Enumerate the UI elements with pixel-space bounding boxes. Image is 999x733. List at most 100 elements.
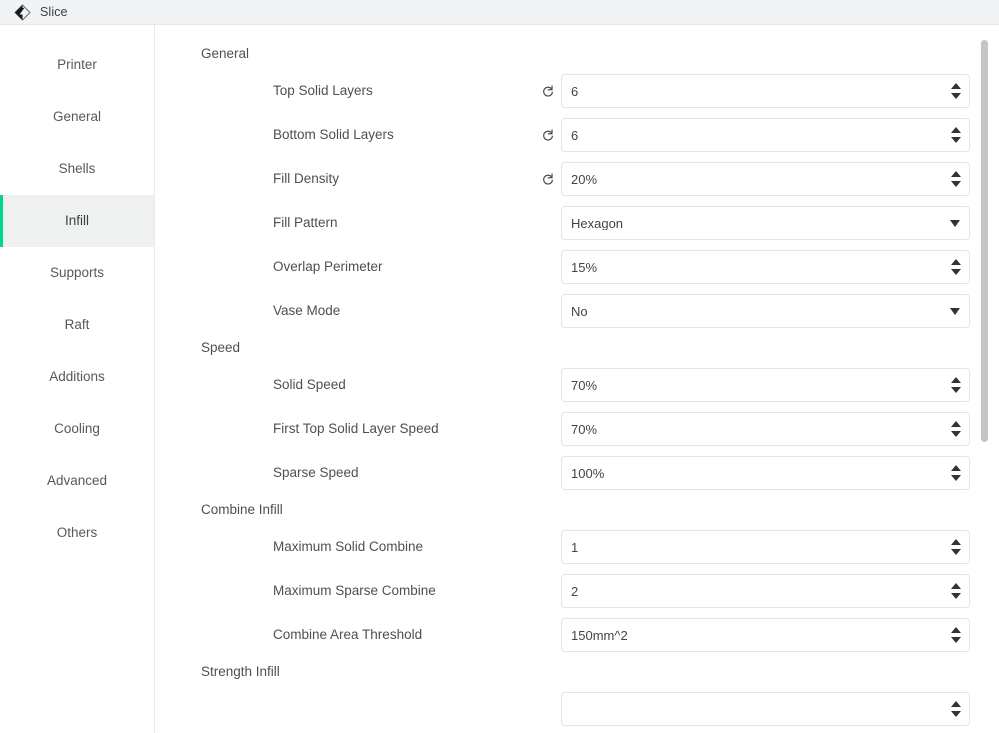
sidebar-item-supports[interactable]: Supports — [0, 247, 154, 299]
stepper-up-icon[interactable] — [951, 421, 961, 427]
stepper-down-icon[interactable] — [951, 269, 961, 275]
stepper-down-icon[interactable] — [951, 549, 961, 555]
sidebar-item-infill[interactable]: Infill — [0, 195, 154, 247]
field-value: 150mm^2 — [571, 628, 628, 642]
stepper-down-icon[interactable] — [951, 431, 961, 437]
field-value: 6 — [571, 128, 579, 142]
sidebar-item-raft[interactable]: Raft — [0, 299, 154, 351]
number-input-fill-density[interactable]: 20% — [561, 162, 970, 196]
sidebar-item-label: Cooling — [54, 421, 100, 437]
sidebar-item-additions[interactable]: Additions — [0, 351, 154, 403]
chevron-down-icon[interactable] — [941, 207, 969, 239]
settings-scroll-content: General Top Solid Layers 6 Bottom Solid Lay… — [155, 25, 999, 731]
sidebar-item-others[interactable]: Others — [0, 507, 154, 559]
stepper-up-icon[interactable] — [951, 583, 961, 589]
reset-circular-arrow-icon[interactable] — [541, 84, 555, 98]
number-input-solid-speed[interactable]: 70% — [561, 368, 970, 402]
quantity-stepper[interactable] — [943, 619, 969, 651]
reset-button-slot[interactable] — [535, 84, 561, 98]
quantity-stepper[interactable] — [943, 693, 969, 725]
setting-label: Bottom Solid Layers — [273, 127, 394, 143]
setting-label: Solid Speed — [273, 377, 346, 393]
reset-button-slot[interactable] — [535, 128, 561, 142]
stepper-up-icon[interactable] — [951, 259, 961, 265]
title-bar: Slice — [0, 0, 999, 25]
vertical-scrollbar-thumb[interactable] — [981, 40, 988, 442]
sidebar-item-shells[interactable]: Shells — [0, 143, 154, 195]
number-input-bottom-solid-layers[interactable]: 6 — [561, 118, 970, 152]
number-input-maximum-sparse-combine[interactable]: 2 — [561, 574, 970, 608]
stepper-down-icon[interactable] — [951, 181, 961, 187]
stepper-up-icon[interactable] — [951, 377, 961, 383]
stepper-up-icon[interactable] — [951, 627, 961, 633]
number-input-combine-area-threshold[interactable]: 150mm^2 — [561, 618, 970, 652]
field-value: 20% — [571, 172, 598, 186]
settings-group-title-combine-infill: Combine Infill — [201, 502, 283, 517]
settings-sidebar: Printer General Shells Infill Supports R… — [0, 25, 155, 733]
number-input-sparse-speed[interactable]: 100% — [561, 456, 970, 490]
stepper-down-icon[interactable] — [951, 711, 961, 717]
stepper-down-icon[interactable] — [951, 637, 961, 643]
stepper-up-icon[interactable] — [951, 171, 961, 177]
stepper-up-icon[interactable] — [951, 127, 961, 133]
field-value: 15% — [571, 260, 598, 274]
number-input-overlap-perimeter[interactable]: 15% — [561, 250, 970, 284]
setting-label: First Top Solid Layer Speed — [273, 421, 439, 437]
field-value: Hexagon — [571, 216, 624, 230]
settings-row-first-top-solid-layer-speed: First Top Solid Layer Speed 70% — [155, 407, 999, 451]
reset-circular-arrow-icon[interactable] — [541, 172, 555, 186]
stepper-down-icon[interactable] — [951, 593, 961, 599]
sidebar-item-printer[interactable]: Printer — [0, 39, 154, 91]
sidebar-item-cooling[interactable]: Cooling — [0, 403, 154, 455]
settings-row-maximum-sparse-combine: Maximum Sparse Combine 2 — [155, 569, 999, 613]
sidebar-item-general[interactable]: General — [0, 91, 154, 143]
settings-row-fill-pattern: Fill Pattern Hexagon — [155, 201, 999, 245]
reset-button-slot[interactable] — [535, 172, 561, 186]
setting-label: Top Solid Layers — [273, 83, 373, 99]
quantity-stepper[interactable] — [943, 531, 969, 563]
settings-group-title-general: General — [201, 46, 250, 61]
stepper-up-icon[interactable] — [951, 539, 961, 545]
setting-label: Sparse Speed — [273, 465, 359, 481]
settings-row-sparse-speed: Sparse Speed 100% — [155, 451, 999, 495]
settings-group-title-speed: Speed — [201, 340, 241, 355]
stepper-up-icon[interactable] — [951, 701, 961, 707]
quantity-stepper[interactable] — [943, 75, 969, 107]
stepper-up-icon[interactable] — [951, 465, 961, 471]
quantity-stepper[interactable] — [943, 575, 969, 607]
quantity-stepper[interactable] — [943, 163, 969, 195]
number-input-top-solid-layers[interactable]: 6 — [561, 74, 970, 108]
sidebar-item-label: Printer — [57, 57, 97, 73]
sidebar-item-label: General — [52, 109, 102, 125]
field-value: 70% — [571, 378, 598, 392]
stepper-down-icon[interactable] — [951, 475, 961, 481]
field-value: 1 — [571, 540, 579, 554]
sidebar-item-label: Supports — [49, 265, 105, 281]
field-value: 70% — [571, 422, 598, 436]
chevron-down-icon[interactable] — [941, 295, 969, 327]
dropdown-fill-pattern[interactable]: Hexagon — [561, 206, 970, 240]
setting-label: Vase Mode — [273, 303, 341, 319]
settings-row-top-solid-layers: Top Solid Layers 6 — [155, 69, 999, 113]
stepper-down-icon[interactable] — [951, 137, 961, 143]
number-input-maximum-solid-combine[interactable]: 1 — [561, 530, 970, 564]
quantity-stepper[interactable] — [943, 119, 969, 151]
field-value: 100% — [571, 466, 605, 480]
sidebar-item-advanced[interactable]: Advanced — [0, 455, 154, 507]
number-input-clipped[interactable] — [561, 692, 970, 726]
stepper-down-icon[interactable] — [951, 93, 961, 99]
quantity-stepper[interactable] — [943, 369, 969, 401]
settings-row-maximum-solid-combine: Maximum Solid Combine 1 — [155, 525, 999, 569]
sidebar-item-label: Raft — [64, 317, 90, 333]
reset-circular-arrow-icon[interactable] — [541, 128, 555, 142]
field-value: 6 — [571, 84, 579, 98]
stepper-up-icon[interactable] — [951, 83, 961, 89]
quantity-stepper[interactable] — [943, 413, 969, 445]
quantity-stepper[interactable] — [943, 457, 969, 489]
vertical-scrollbar-track[interactable] — [981, 25, 988, 733]
sidebar-item-label: Additions — [49, 369, 105, 385]
stepper-down-icon[interactable] — [951, 387, 961, 393]
quantity-stepper[interactable] — [943, 251, 969, 283]
number-input-first-top-solid-layer-speed[interactable]: 70% — [561, 412, 970, 446]
dropdown-vase-mode[interactable]: No — [561, 294, 970, 328]
